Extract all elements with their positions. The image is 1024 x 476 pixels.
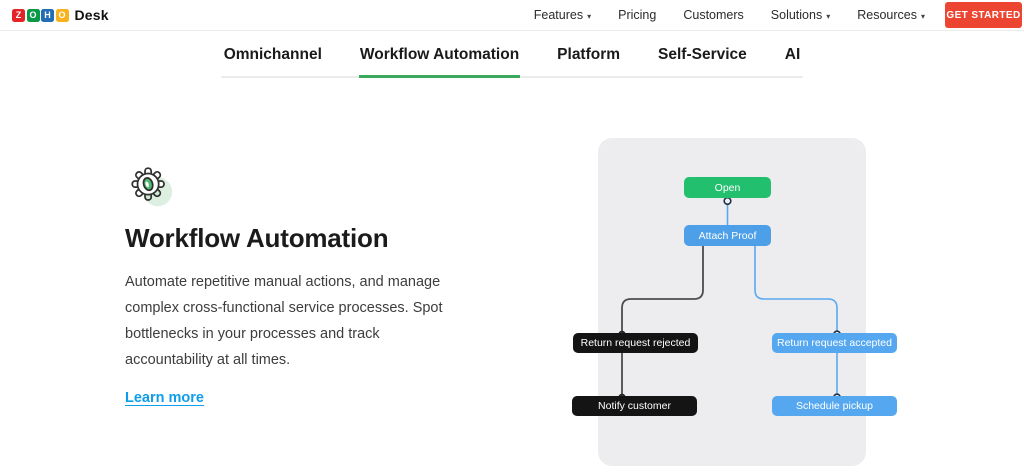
node-attach-proof: Attach Proof bbox=[684, 225, 771, 246]
chevron-down-icon: ▾ bbox=[826, 12, 830, 21]
nav-item-label: Resources bbox=[857, 8, 917, 22]
top-header: Z O H O Desk Features ▾ Pricing Customer… bbox=[0, 0, 1024, 31]
tab-omnichannel[interactable]: Omnichannel bbox=[223, 40, 323, 78]
workflow-diagram: Open Attach Proof Return request rejecte… bbox=[560, 130, 910, 476]
nav-item-label: Features bbox=[534, 8, 583, 22]
get-started-button[interactable]: GET STARTED bbox=[945, 2, 1022, 28]
node-schedule-pickup: Schedule pickup bbox=[772, 396, 897, 416]
gear-icon bbox=[125, 160, 177, 212]
page-title: Workflow Automation bbox=[125, 223, 465, 254]
nav-item-pricing[interactable]: Pricing bbox=[618, 8, 656, 22]
nav-item-label: Customers bbox=[683, 8, 743, 22]
edge-attach-accepted bbox=[755, 246, 837, 333]
product-name: Desk bbox=[75, 7, 109, 23]
nav-item-features[interactable]: Features ▾ bbox=[534, 8, 591, 22]
logo-letter: O bbox=[56, 9, 69, 22]
nav-item-solutions[interactable]: Solutions ▾ bbox=[771, 8, 830, 22]
logo-letter: Z bbox=[12, 9, 25, 22]
top-nav: Features ▾ Pricing Customers Solutions ▾… bbox=[534, 8, 925, 22]
nav-item-customers[interactable]: Customers bbox=[683, 8, 743, 22]
node-notify-customer: Notify customer bbox=[572, 396, 697, 416]
learn-more-link[interactable]: Learn more bbox=[125, 390, 204, 406]
tab-self-service[interactable]: Self-Service bbox=[657, 40, 748, 78]
nav-item-resources[interactable]: Resources ▾ bbox=[857, 8, 925, 22]
node-return-request-rejected: Return request rejected bbox=[573, 333, 698, 353]
node-open: Open bbox=[684, 177, 771, 198]
tab-workflow-automation[interactable]: Workflow Automation bbox=[359, 40, 520, 78]
tab-ai[interactable]: AI bbox=[784, 40, 802, 78]
chevron-down-icon: ▾ bbox=[587, 12, 591, 21]
feature-description: Automate repetitive manual actions, and … bbox=[125, 269, 461, 373]
feature-section: Workflow Automation Automate repetitive … bbox=[125, 160, 465, 407]
logo-letter: H bbox=[41, 9, 54, 22]
logo-letter: O bbox=[27, 9, 40, 22]
tab-platform[interactable]: Platform bbox=[556, 40, 621, 78]
feature-tabs-bar: Omnichannel Workflow Automation Platform… bbox=[0, 40, 1024, 78]
feature-tabs: Omnichannel Workflow Automation Platform… bbox=[221, 40, 804, 78]
connector-dot bbox=[724, 198, 731, 205]
node-return-request-accepted: Return request accepted bbox=[772, 333, 897, 353]
zoho-logo-icon: Z O H O bbox=[12, 9, 69, 22]
edge-attach-rejected bbox=[622, 246, 703, 333]
nav-item-label: Pricing bbox=[618, 8, 656, 22]
nav-item-label: Solutions bbox=[771, 8, 822, 22]
zoho-desk-logo[interactable]: Z O H O Desk bbox=[12, 7, 109, 23]
chevron-down-icon: ▾ bbox=[921, 12, 925, 21]
